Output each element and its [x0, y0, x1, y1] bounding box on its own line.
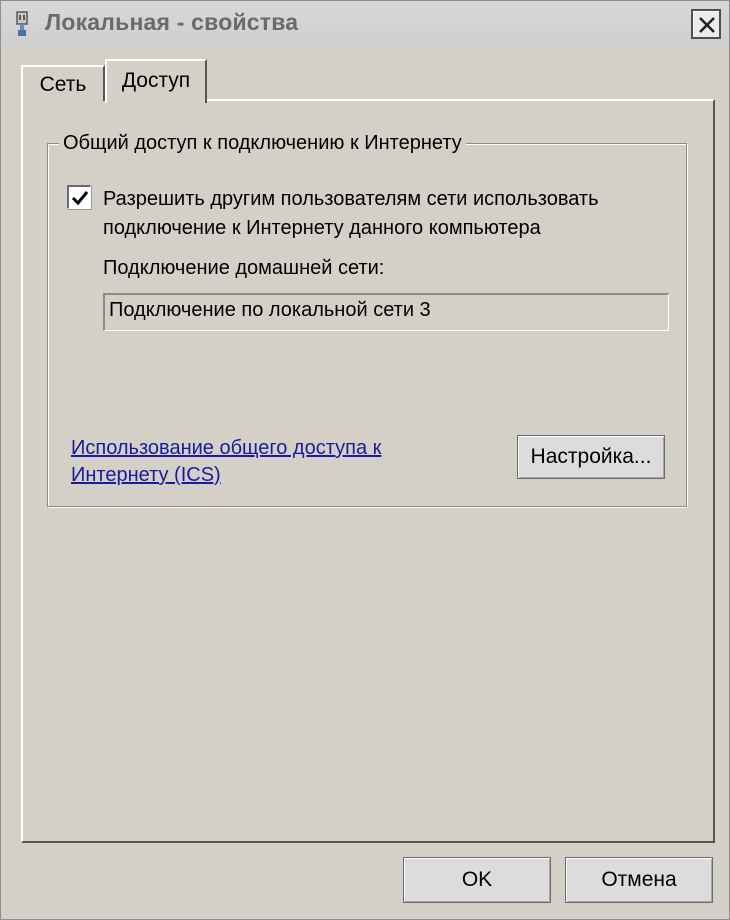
settings-button[interactable]: Настройка... [517, 435, 665, 479]
network-adapter-icon [15, 11, 29, 37]
close-button[interactable] [691, 9, 721, 39]
cancel-button[interactable]: Отмена [565, 857, 713, 903]
properties-dialog: Локальная - свойства Сеть Доступ Общий д… [0, 0, 730, 920]
ics-help-link[interactable]: Использование общего доступа к Интернету… [71, 435, 451, 489]
close-icon [699, 17, 715, 33]
home-network-field: Подключение по локальной сети 3 [103, 293, 669, 331]
home-network-label: Подключение домашней сети: [103, 257, 385, 279]
tab-network[interactable]: Сеть [21, 65, 105, 101]
allow-sharing-label[interactable]: Разрешить другим пользователям сети испо… [103, 185, 683, 243]
group-legend: Общий доступ к подключению к Интернету [59, 132, 466, 155]
window-title: Локальная - свойства [45, 9, 299, 35]
checkmark-icon [71, 191, 89, 206]
ok-button[interactable]: OK [403, 857, 551, 903]
tab-access[interactable]: Доступ [105, 59, 207, 103]
allow-sharing-checkbox[interactable] [67, 185, 91, 209]
title-bar[interactable]: Локальная - свойства [1, 1, 729, 47]
